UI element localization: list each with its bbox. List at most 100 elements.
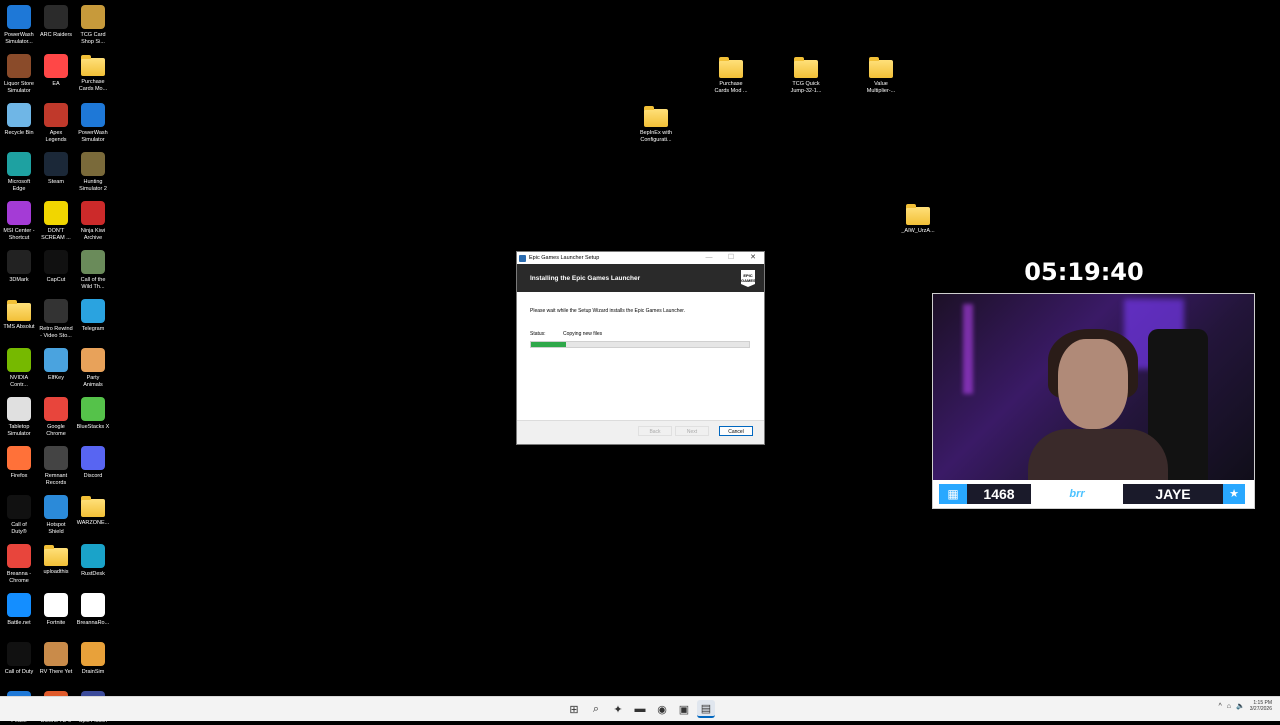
- desktop-icon[interactable]: Ninja Kiwi Archive: [73, 201, 113, 242]
- desktop-icon[interactable]: BlueStacks X: [73, 397, 113, 431]
- progress-fill: [531, 342, 566, 347]
- file-icon: [81, 593, 105, 617]
- epic-installer-window: Epic Games Launcher Setup — ☐ ✕ Installi…: [516, 251, 765, 445]
- 3dmark-icon: [7, 250, 31, 274]
- desktop-folder-value-multiplier[interactable]: Value Multiplier-...: [861, 56, 901, 95]
- bluestacks-icon: [81, 397, 105, 421]
- desktop-icon-label: Call of Duty®: [11, 522, 27, 535]
- desktop-icon[interactable]: WARZONE...: [73, 495, 113, 527]
- windows-start-icon[interactable]: ⊞: [565, 700, 583, 718]
- desktop-icon[interactable]: RV There Yet: [36, 642, 76, 676]
- desktop-icon[interactable]: Steam: [36, 152, 76, 186]
- desktop-icon-label: Value Multiplier-...: [866, 81, 896, 94]
- desktop-icon[interactable]: ElfKey: [36, 348, 76, 382]
- desktop-icon[interactable]: Microsoft Edge: [0, 152, 39, 193]
- desktop-folder-bepinex[interactable]: BepInEx with Configurati...: [636, 105, 676, 144]
- desktop-icon[interactable]: Retro Rewind - Video Sto...: [36, 299, 76, 340]
- desktop-icon[interactable]: Apex Legends: [36, 103, 76, 144]
- cancel-button[interactable]: Cancel: [719, 426, 753, 436]
- desktop-icon[interactable]: RustDesk: [73, 544, 113, 578]
- desktop-icon[interactable]: Call of Duty: [0, 642, 39, 676]
- desktop-icon-label: Discord: [83, 473, 103, 479]
- desktop-icon-label: Remnant Records: [44, 473, 68, 486]
- desktop-icon[interactable]: Firefox: [0, 446, 39, 480]
- stream-info-bar: ▦ 1468 brr JAYE ★: [933, 480, 1254, 508]
- chrome-icon: [44, 397, 68, 421]
- desktop-icon-label: WARZONE...: [76, 520, 110, 526]
- desktop-icon[interactable]: Recycle Bin: [0, 103, 39, 137]
- next-button[interactable]: Next: [675, 426, 709, 436]
- desktop-icon-label: Call of the Wild Th...: [80, 277, 106, 290]
- maximize-button[interactable]: ☐: [720, 252, 742, 264]
- desktop-icon-label: RustDesk: [81, 571, 105, 577]
- desktop-folder-tcg-quick-jump[interactable]: TCG Quick Jump-32-1...: [786, 56, 826, 95]
- file-explorer-icon[interactable]: ▬: [631, 700, 649, 718]
- desktop-icon-label: Party Animals: [83, 375, 103, 388]
- desktop-icon[interactable]: NVIDIA Contr...: [0, 348, 39, 389]
- desktop-icon-label: PowerWash Simulator...: [4, 32, 34, 45]
- network-icon[interactable]: ⌂: [1227, 703, 1231, 710]
- desktop-folder-aiw[interactable]: _AIW_UrzA...: [898, 203, 938, 235]
- desktop-icon[interactable]: TCG Card Shop Si...: [73, 5, 113, 46]
- desktop-icon[interactable]: Party Animals: [73, 348, 113, 389]
- desktop-icon[interactable]: Tabletop Simulator: [0, 397, 39, 438]
- desktop-icon[interactable]: 3DMark: [0, 250, 39, 284]
- tabletop-sim-icon: [7, 397, 31, 421]
- desktop-icon[interactable]: BreannaRo...: [73, 593, 113, 627]
- desktop-icon-label: DON'T SCREAM ...: [41, 228, 71, 241]
- desktop-icon[interactable]: Fortnite: [36, 593, 76, 627]
- desktop-icon[interactable]: Telegram: [73, 299, 113, 333]
- volume-icon[interactable]: 🔈: [1236, 702, 1245, 710]
- desktop-icon[interactable]: PowerWash Simulator...: [0, 5, 39, 46]
- desktop-folder-purchase-cards-mod[interactable]: Purchase Cards Mod ...: [711, 56, 751, 95]
- back-button[interactable]: Back: [638, 426, 672, 436]
- desktop-icon[interactable]: Remnant Records: [36, 446, 76, 487]
- desktop-icon[interactable]: Liquor Store Simulator: [0, 54, 39, 95]
- desktop-icon[interactable]: MSI Center - Shortcut: [0, 201, 39, 242]
- desktop-icon-label: Microsoft Edge: [7, 179, 31, 192]
- installer-header: Installing the Epic Games Launcher EPIC …: [517, 264, 764, 292]
- minimize-button[interactable]: —: [698, 252, 720, 264]
- desktop-icon-label: Purchase Cards Mod ...: [714, 81, 748, 94]
- desktop-icon-label: Fortnite: [46, 620, 66, 626]
- desktop-icon[interactable]: Hotspot Shield: [36, 495, 76, 536]
- search-icon[interactable]: ⌕: [587, 700, 605, 718]
- desktop-icon[interactable]: DON'T SCREAM ...: [36, 201, 76, 242]
- chrome-icon[interactable]: ◉: [653, 700, 671, 718]
- desktop-icon[interactable]: Purchase Cards Mo...: [73, 54, 113, 93]
- installer-titlebar[interactable]: Epic Games Launcher Setup — ☐ ✕: [517, 252, 764, 264]
- tray-chevron-icon[interactable]: ^: [1219, 703, 1222, 710]
- desktop-icon[interactable]: Battle.net: [0, 593, 39, 627]
- desktop-icon[interactable]: uploadthis: [36, 544, 76, 576]
- desktop-icon[interactable]: DrainSim: [73, 642, 113, 676]
- desktop-icon[interactable]: Call of the Wild Th...: [73, 250, 113, 291]
- desktop-icon-label: RV There Yet: [39, 669, 73, 675]
- folder-icon: [794, 57, 818, 78]
- desktop-icon[interactable]: PowerWash Simulator: [73, 103, 113, 144]
- installer-message: Please wait while the Setup Wizard insta…: [530, 308, 686, 314]
- recycle-bin-icon: [7, 103, 31, 127]
- desktop-icon[interactable]: CapCut: [36, 250, 76, 284]
- desktop-icon[interactable]: ARC Raiders: [36, 5, 76, 39]
- installer-icon[interactable]: ▤: [697, 700, 715, 718]
- copilot-icon[interactable]: ✦: [609, 700, 627, 718]
- call-of-duty-icon[interactable]: ▣: [675, 700, 693, 718]
- retro-rewind-icon: [44, 299, 68, 323]
- folder-icon: [81, 55, 105, 76]
- desktop-icon[interactable]: Discord: [73, 446, 113, 480]
- firefox-icon: [7, 446, 31, 470]
- desktop-icon[interactable]: Breanna - Chrome: [0, 544, 39, 585]
- desktop-icon-label: Hunting Simulator 2: [79, 179, 107, 192]
- taskbar-clock[interactable]: 1:15 PM 3/27/2026: [1250, 700, 1272, 712]
- star-icon: ★: [1223, 484, 1245, 504]
- desktop-icon[interactable]: Hunting Simulator 2: [73, 152, 113, 193]
- installer-body: Please wait while the Setup Wizard insta…: [517, 292, 764, 420]
- capcut-icon: [44, 250, 68, 274]
- desktop-icon[interactable]: Google Chrome: [36, 397, 76, 438]
- close-button[interactable]: ✕: [742, 252, 764, 264]
- desktop-icon[interactable]: TMS Absolut: [0, 299, 39, 331]
- desktop-icon[interactable]: Call of Duty®: [0, 495, 39, 536]
- telegram-icon: [81, 299, 105, 323]
- desktop-icon[interactable]: EA: [36, 54, 76, 88]
- remnant-records-icon: [44, 446, 68, 470]
